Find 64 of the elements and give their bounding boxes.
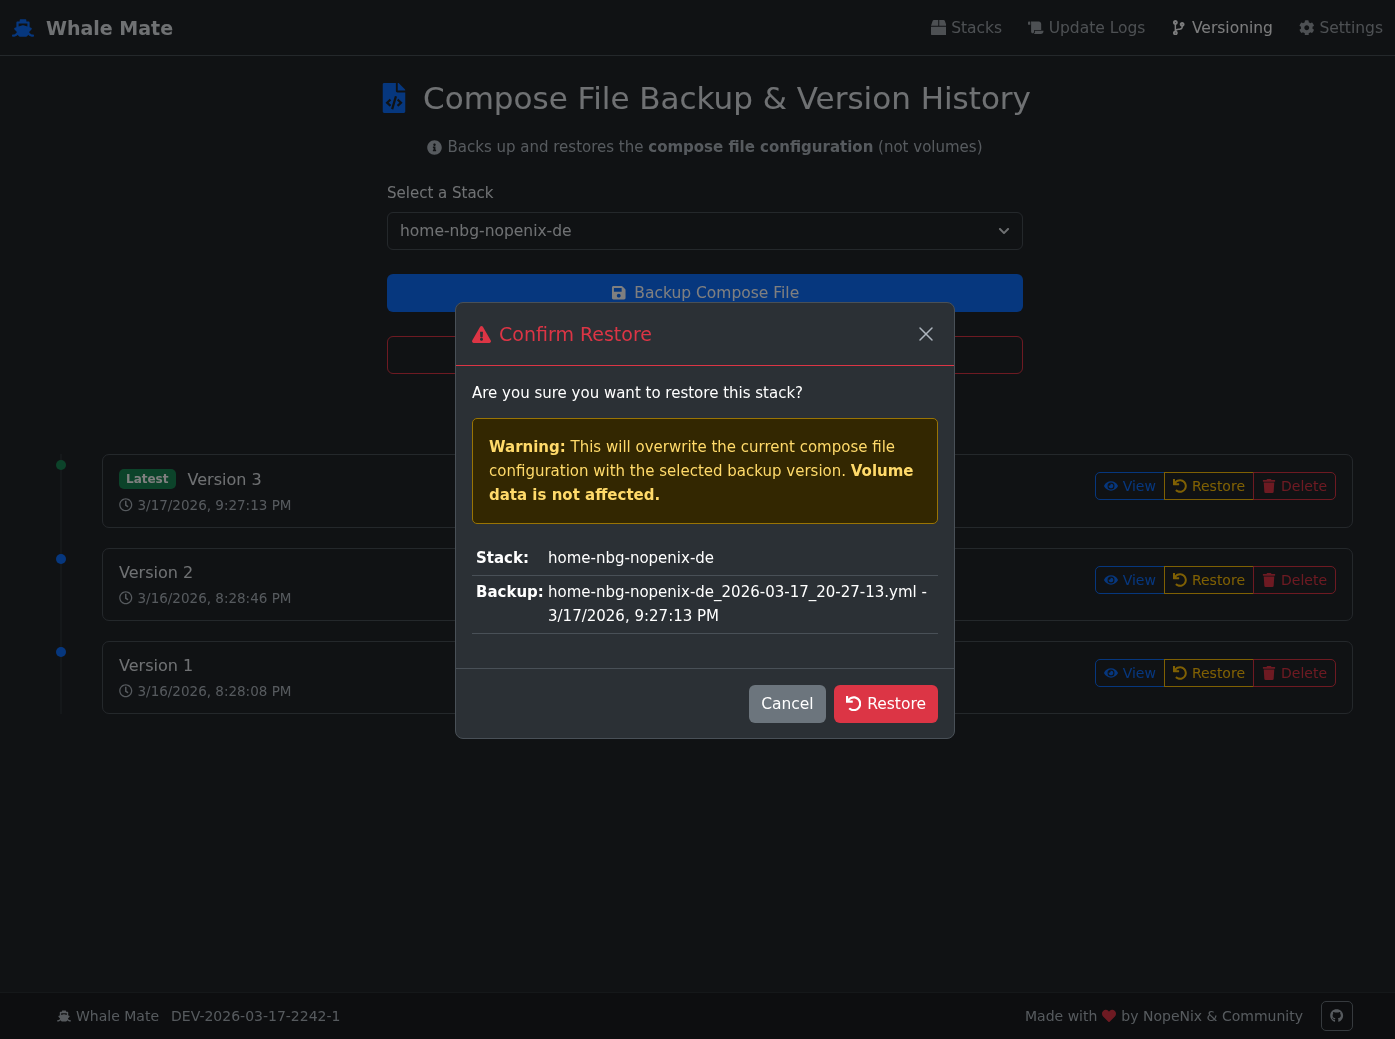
ship-icon [12, 16, 34, 39]
github-icon [1330, 1009, 1344, 1023]
undo-icon [1172, 573, 1187, 587]
clock-icon [119, 684, 133, 698]
nav-link[interactable]: Stacks [930, 18, 1003, 37]
nav-link[interactable]: Update Logs [1028, 18, 1146, 37]
save-icon [610, 285, 627, 301]
restore-button[interactable]: Restore [1163, 566, 1254, 594]
warning-message: Warning: This will overwrite the current compose file configuration with the selected backup version. Volume data is not affected. [472, 418, 938, 524]
trash-icon [1262, 479, 1276, 493]
chevron-icon [998, 225, 1010, 237]
version-time: 3/16/2026, 8:28:08 PM [137, 683, 292, 699]
heart-icon [1102, 1009, 1117, 1023]
ship-icon [57, 1009, 71, 1023]
branch-icon [1171, 19, 1187, 36]
delete-button[interactable]: Delete [1253, 566, 1336, 594]
brand-name[interactable]: Whale Mate [46, 16, 174, 39]
latest-badge: Latest [119, 469, 176, 489]
delete-button[interactable]: Delete [1253, 659, 1336, 687]
info-text: Backs up and restores the compose file configuration (not volumes) [447, 138, 983, 156]
cancel-button[interactable]: Cancel [749, 684, 826, 723]
eye-icon [1103, 573, 1118, 587]
select-label: Select a Stack [387, 184, 495, 202]
clock-icon [119, 591, 133, 605]
view-button[interactable]: View [1094, 566, 1165, 594]
box-icon [930, 19, 947, 36]
warning-icon [472, 324, 491, 344]
page-title: Compose File Backup & Version History [423, 80, 1031, 116]
detail-value: home-nbg-nopenix-de [548, 548, 716, 569]
eye-icon [1103, 666, 1118, 680]
scroll-icon [1028, 19, 1044, 36]
detail-label: Backup: [476, 582, 545, 603]
made-with-text: Made with [1025, 1008, 1098, 1024]
footer-brand: Whale Mate [76, 1008, 159, 1024]
version-label: DEV-2026-03-17-2242-1 [171, 1008, 341, 1024]
version-name: Version 3 [187, 469, 262, 489]
view-button[interactable]: View [1094, 659, 1165, 687]
clock-icon [119, 498, 133, 512]
undo-icon [845, 695, 862, 712]
version-name: Version 2 [119, 563, 194, 582]
delete-button[interactable]: Delete [1253, 472, 1336, 500]
undo-icon [1172, 479, 1187, 493]
version-time: 3/17/2026, 9:27:13 PM [137, 497, 292, 513]
dialog-question: Are you sure you want to restore this stack? [472, 384, 805, 402]
dialog-title: Confirm Restore [499, 323, 653, 345]
author-text: by NopeNix & Community [1121, 1008, 1303, 1024]
detail-value: home-nbg-nopenix-de_2026-03-17_20-27-13.yml - 3/17/2026, 9:27:13 PM [548, 582, 928, 627]
settings-icon [1298, 19, 1315, 36]
restore-button[interactable]: Restore [1163, 472, 1254, 500]
trash-icon [1262, 666, 1276, 680]
nav-link[interactable]: Versioning [1171, 18, 1273, 37]
confirm-restore-button[interactable]: Restore [833, 684, 938, 723]
stack-select[interactable]: home-nbg-nopenix-de [387, 212, 1023, 250]
trash-icon [1262, 573, 1276, 587]
info-icon [427, 139, 443, 155]
undo-icon [1172, 666, 1187, 680]
nav-link[interactable]: Settings [1298, 18, 1383, 37]
restore-button[interactable]: Restore [1163, 659, 1254, 687]
version-time: 3/16/2026, 8:28:46 PM [137, 590, 292, 606]
eye-icon [1103, 479, 1118, 493]
version-name: Version 1 [119, 656, 194, 675]
github-button[interactable] [1321, 1001, 1353, 1031]
view-button[interactable]: View [1094, 472, 1165, 500]
detail-label: Stack: [476, 548, 530, 569]
